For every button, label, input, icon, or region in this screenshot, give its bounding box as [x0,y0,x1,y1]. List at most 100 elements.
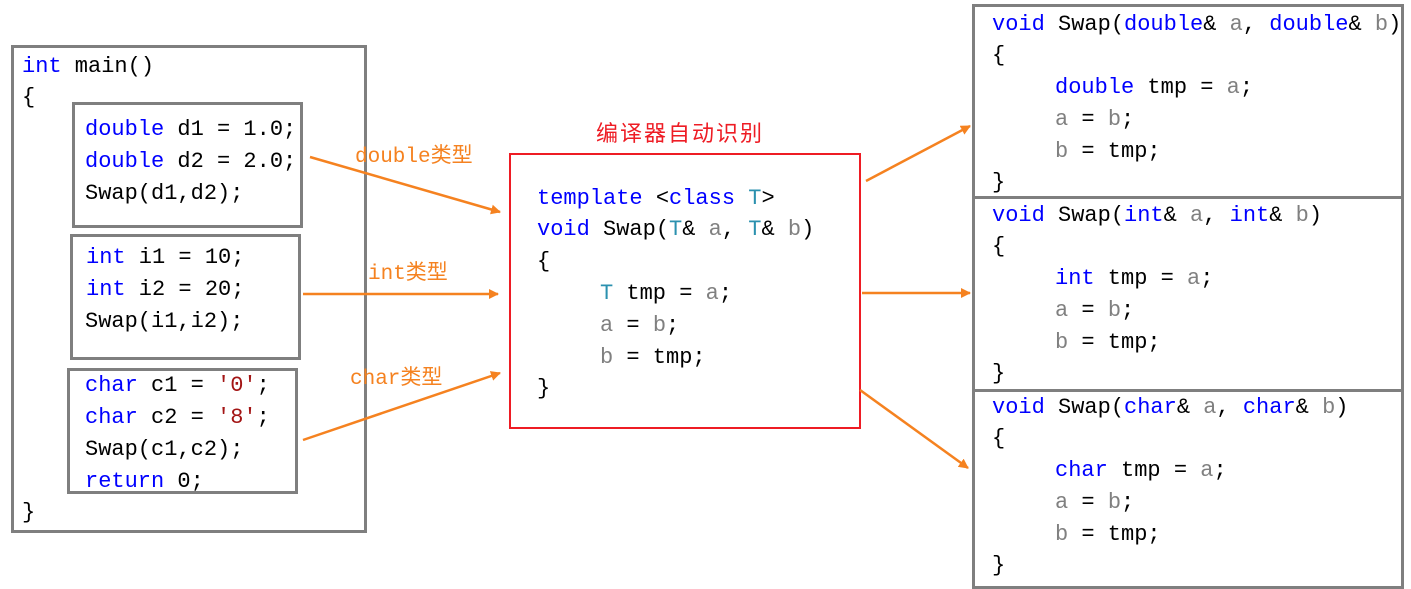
code-token: } [22,500,36,525]
code-token: int [22,54,62,79]
code-line: { [22,82,35,114]
code-token: } [992,553,1006,578]
code-line: T tmp = a; [600,278,732,310]
code-line: int i1 = 10; [86,242,244,274]
code-token: } [992,170,1006,195]
code-token: char [85,405,138,430]
code-token: Swap(i1,i2); [85,309,244,334]
code-token: & [1163,203,1191,228]
code-token: ; [1213,458,1227,483]
label-char-type: char类型 [350,368,443,391]
code-token: Swap( [1044,203,1125,228]
code-token: return [85,469,165,494]
code-token: char [1242,395,1296,420]
code-token: = [1068,298,1108,323]
code-token: ; [1121,490,1135,515]
code-token: double [85,149,165,174]
code-token: = [1068,490,1108,515]
code-token: a [705,281,719,306]
code-line: } [992,167,1005,199]
code-line: double tmp = a; [1055,72,1253,104]
code-token: & [1203,12,1230,37]
code-token: { [992,426,1006,451]
code-token: & [1295,395,1323,420]
code-line: int tmp = a; [1055,263,1213,295]
code-token: a [1055,107,1069,132]
code-token: & [761,217,788,242]
code-token: tmp = [1094,266,1188,291]
code-token: ; [1121,298,1135,323]
code-token: ; [256,373,270,398]
code-line: b = tmp; [1055,327,1161,359]
code-token: '8' [217,405,257,430]
code-line: } [537,373,550,405]
code-line: b = tmp; [1055,519,1161,551]
code-line: char c1 = '0'; [85,370,270,402]
code-token: Swap( [589,217,670,242]
code-token: a [1055,298,1069,323]
code-token: double [1124,12,1204,37]
code-token: ; [1121,107,1135,132]
code-token: Swap( [1044,12,1125,37]
arrow-to-double-instance [865,124,971,183]
code-token: & [1269,203,1296,228]
code-token: T [748,217,762,242]
code-line: double d2 = 2.0; [85,146,296,178]
code-token: ) [1388,12,1402,37]
code-token: = [613,313,653,338]
code-line: void Swap(char& a, char& b) [992,392,1348,424]
code-token: double [85,117,165,142]
code-token: d2 = 2.0; [164,149,297,174]
code-line: a = b; [600,310,679,342]
code-line: void Swap(T& a, T& b) [537,214,814,246]
code-token: a [600,313,614,338]
code-token: void [537,217,590,242]
code-line: b = tmp; [600,342,706,374]
code-token: class [669,186,736,211]
code-token: = tmp; [1068,522,1161,547]
code-line: int main() [22,51,154,83]
code-token: > [761,186,775,211]
code-line: void Swap(int& a, int& b) [992,200,1322,232]
code-token: ; [256,405,270,430]
arrow-to-char-instance [859,388,969,470]
code-line: return 0; [85,466,204,498]
code-token: b [652,313,667,338]
code-token: tmp = [1134,75,1227,100]
code-token: = [1068,107,1108,132]
code-token: , [1216,395,1243,420]
code-token: Swap(d1,d2); [85,181,244,206]
code-token: ; [718,281,733,306]
code-token: a [1187,266,1201,291]
code-token: int [1124,203,1164,228]
code-token: ; [666,313,680,338]
code-token: c2 = [137,405,218,430]
code-token: char [85,373,138,398]
code-line: } [22,497,35,529]
code-token: T [600,281,614,306]
code-line: a = b; [1055,295,1134,327]
code-line: { [992,40,1005,72]
code-line: int i2 = 20; [86,274,244,306]
code-token: } [537,376,551,401]
label-double-type: double类型 [355,146,473,169]
code-token: d1 = 1.0; [164,117,297,142]
code-token: b [1055,330,1069,355]
code-token: double [1055,75,1135,100]
code-token: '0' [217,373,257,398]
code-line: void Swap(double& a, double& b) [992,9,1401,41]
code-token: Swap(c1,c2); [85,437,244,462]
code-token: a [1229,12,1243,37]
code-line: { [537,246,550,278]
code-line: { [992,423,1005,455]
code-token: & [682,217,709,242]
code-token: char [1124,395,1177,420]
code-token: tmp = [613,281,706,306]
code-line: char c2 = '8'; [85,402,270,434]
code-token: void [992,203,1045,228]
code-token: = tmp; [1068,139,1161,164]
code-token: tmp = [1107,458,1201,483]
code-line: Swap(d1,d2); [85,178,243,210]
code-token: b [1374,12,1389,37]
